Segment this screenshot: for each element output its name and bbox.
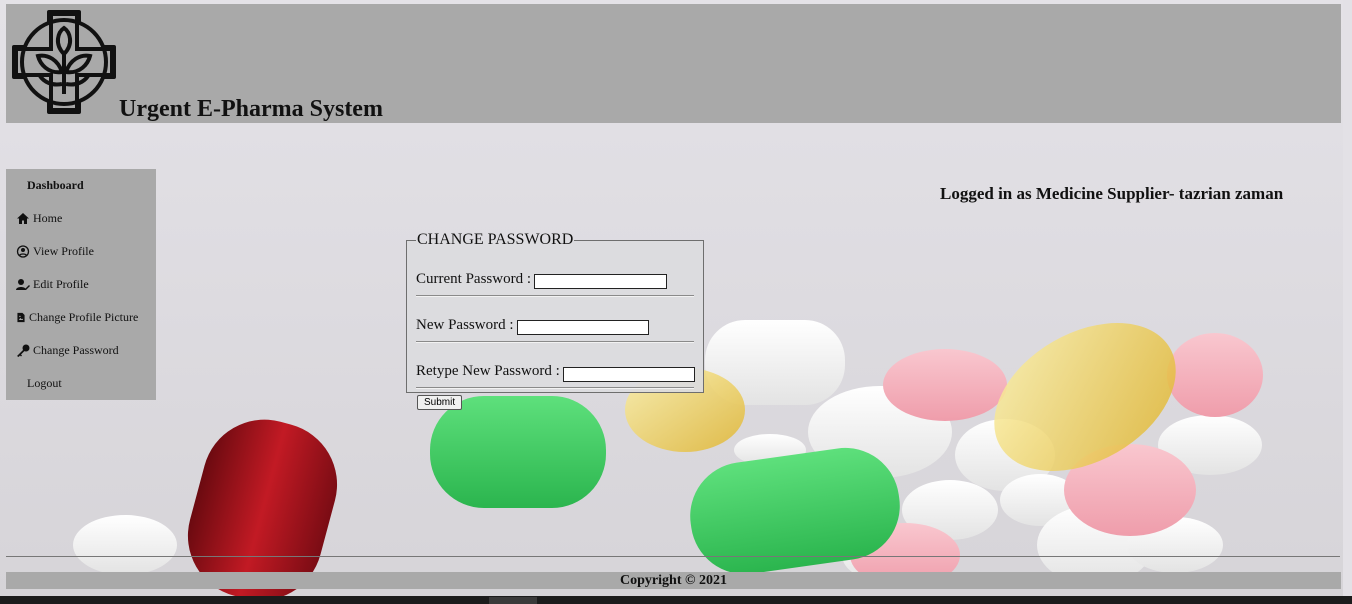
current-password-label: Current Password : [416, 271, 531, 287]
key-icon [17, 344, 30, 357]
form-legend: CHANGE PASSWORD [417, 231, 574, 248]
sidebar-item-label: Change Profile Picture [29, 310, 139, 324]
sidebar-item-label: Home [33, 211, 63, 225]
pharmacy-cross-leaf-logo [12, 10, 116, 114]
site-title: Urgent E-Pharma System [119, 96, 383, 122]
sidebar-item-label: Change Password [33, 343, 119, 357]
sidebar-menu: Dashboard Home View Profile Edit Profile… [6, 169, 156, 400]
sidebar-item-label: Logout [27, 376, 62, 390]
user-circle-icon [16, 245, 30, 258]
sidebar-item-change-password[interactable]: Change Password [16, 343, 119, 358]
new-password-label: New Password : [416, 317, 514, 333]
site-footer: Copyright © 2021 [6, 572, 1341, 589]
sidebar-item-edit-profile[interactable]: Edit Profile [16, 277, 89, 292]
sidebar-item-label: View Profile [33, 244, 94, 258]
change-password-form: CHANGE PASSWORD Current Password : New P… [406, 231, 704, 410]
separator [416, 295, 694, 297]
retype-password-label: Retype New Password : [416, 363, 560, 379]
sidebar-item-logout[interactable]: Logout [27, 376, 62, 391]
os-taskbar [0, 596, 1352, 604]
taskbar-item[interactable] [489, 597, 537, 604]
copyright-text: Copyright © 2021 [620, 573, 727, 588]
retype-password-input[interactable] [563, 367, 695, 382]
sidebar-item-label: Edit Profile [33, 277, 89, 291]
footer-divider [6, 556, 1340, 557]
site-header: Urgent E-Pharma System [6, 4, 1341, 123]
logged-in-status: Logged in as Medicine Supplier- tazrian … [940, 184, 1284, 203]
page-right-edge [1343, 0, 1352, 596]
submit-button[interactable]: Submit [417, 395, 463, 410]
sidebar-item-change-profile-picture[interactable]: Change Profile Picture [16, 310, 138, 325]
home-icon [17, 213, 29, 224]
sidebar-item-dashboard[interactable]: Dashboard [27, 178, 84, 193]
separator [416, 341, 694, 343]
sidebar-item-home[interactable]: Home [16, 211, 62, 226]
separator [416, 387, 694, 389]
sidebar-item-label: Dashboard [27, 178, 84, 192]
change-password-fieldset: CHANGE PASSWORD Current Password : New P… [406, 231, 704, 410]
user-edit-icon [16, 279, 30, 290]
file-image-icon [17, 312, 25, 323]
new-password-input[interactable] [517, 320, 649, 335]
current-password-input[interactable] [534, 274, 667, 289]
sidebar-item-view-profile[interactable]: View Profile [16, 244, 94, 259]
